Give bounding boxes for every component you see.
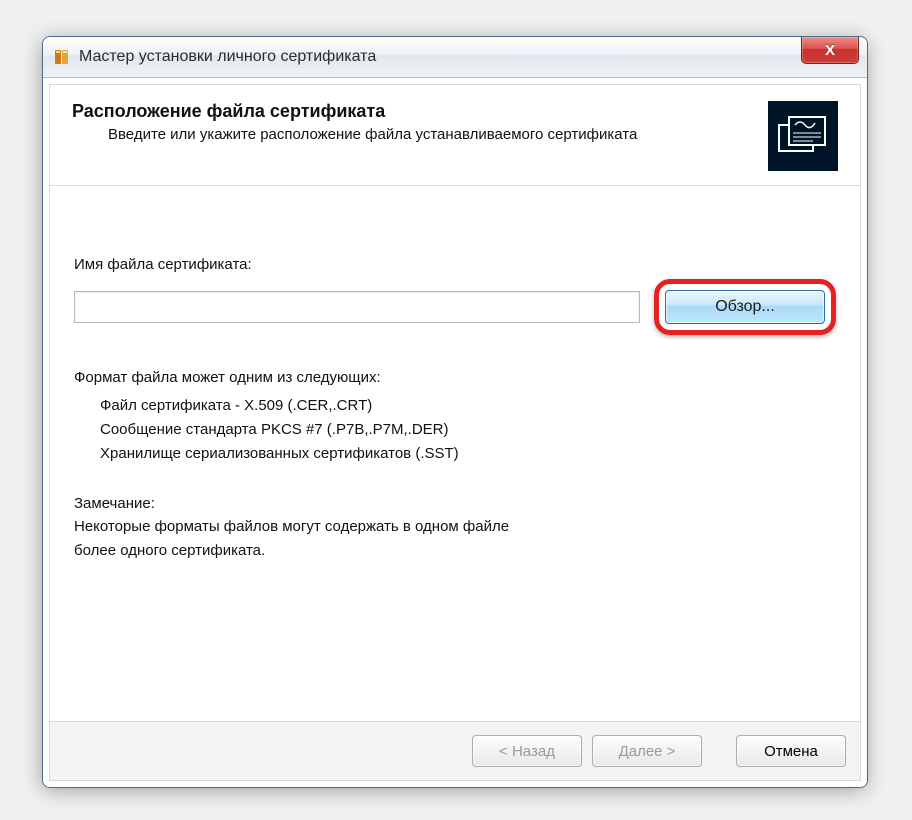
window-title: Мастер установки личного сертификата [79, 48, 376, 66]
formats-list: Файл сертификата - X.509 (.CER,.CRT) Соо… [74, 394, 836, 466]
format-item: Сообщение стандарта PKCS #7 (.P7B,.P7M,.… [100, 418, 836, 442]
format-item: Хранилище сериализованных сертификатов (… [100, 442, 836, 466]
wizard-panel: Расположение файла сертификата Введите и… [49, 84, 861, 781]
certificate-icon [768, 101, 838, 171]
close-icon: X [825, 42, 835, 59]
file-field-label: Имя файла сертификата: [74, 256, 836, 273]
note-label: Замечание: [74, 492, 836, 515]
back-button[interactable]: < Назад [472, 735, 582, 767]
cancel-button[interactable]: Отмена [736, 735, 846, 767]
next-button[interactable]: Далее > [592, 735, 702, 767]
format-item: Файл сертификата - X.509 (.CER,.CRT) [100, 394, 836, 418]
note-block: Замечание: Некоторые форматы файлов могу… [74, 492, 836, 562]
wizard-footer: < Назад Далее > Отмена [50, 721, 860, 780]
page-title: Расположение файла сертификата [72, 101, 756, 122]
formats-title: Формат файла может одним из следующих: [74, 369, 836, 386]
wizard-body: Имя файла сертификата: Обзор... Формат ф… [50, 186, 860, 721]
app-icon [53, 48, 71, 66]
certificate-file-input[interactable] [74, 291, 640, 323]
close-button[interactable]: X [801, 37, 859, 64]
titlebar[interactable]: Мастер установки личного сертификата X [43, 37, 867, 78]
client-area: Расположение файла сертификата Введите и… [43, 78, 867, 787]
note-text: более одного сертификата. [74, 539, 836, 562]
page-subtitle: Введите или укажите расположение файла у… [72, 126, 756, 143]
browse-button[interactable]: Обзор... [665, 290, 825, 324]
note-text: Некоторые форматы файлов могут содержать… [74, 515, 836, 538]
wizard-window: Мастер установки личного сертификата X Р… [42, 36, 868, 788]
wizard-header: Расположение файла сертификата Введите и… [50, 85, 860, 186]
browse-highlight: Обзор... [654, 279, 836, 335]
